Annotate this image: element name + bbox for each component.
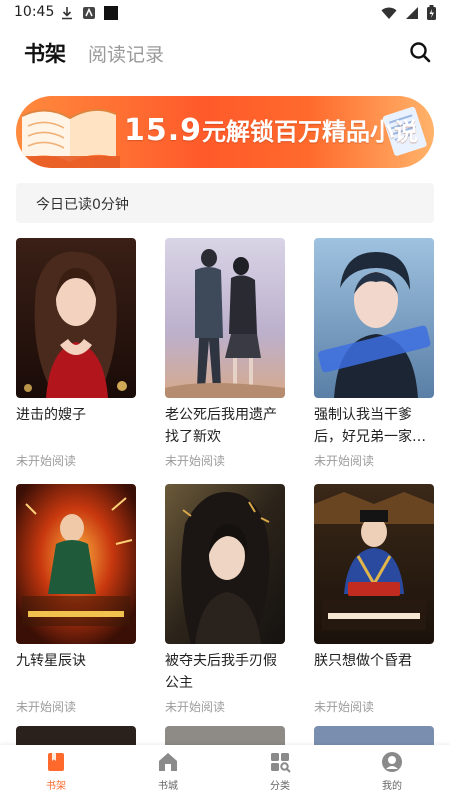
book-cover-art [165, 238, 285, 398]
reading-time-bar: 今日已读0分钟 [16, 183, 434, 223]
tab-bookshelf[interactable]: 书架 [24, 38, 66, 68]
tab-reading-history[interactable]: 阅读记录 [88, 40, 164, 67]
profile-icon [382, 752, 402, 772]
book-card[interactable]: 老公死后我用遗产找了新欢 未开始阅读 [165, 238, 285, 469]
book-title: 强制认我当干爹后，好兄弟一家… [314, 407, 426, 445]
book-cover[interactable] [165, 484, 285, 644]
category-icon [271, 753, 291, 773]
book-status: 未开始阅读 [16, 700, 77, 714]
nav-label: 我的 [382, 781, 402, 792]
book-status: 未开始阅读 [165, 454, 226, 468]
status-time: 10:45 [14, 4, 55, 20]
book-status: 未开始阅读 [314, 700, 375, 714]
book-cover[interactable] [16, 484, 136, 644]
book-title: 进击的嫂子 [16, 407, 86, 423]
book-cover-art [314, 238, 434, 398]
book-card[interactable]: 朕只想做个昏君 未开始阅读 [314, 484, 434, 715]
book-cover[interactable] [314, 484, 434, 644]
battery-icon [427, 5, 436, 20]
book-cover-art [314, 484, 434, 644]
status-bar: 10:45 [0, 0, 450, 26]
book-card[interactable]: 被夺夫后我手刃假公主 未开始阅读 [165, 484, 285, 715]
banner-price: 15.9 [124, 113, 203, 148]
nav-label: 书城 [158, 781, 178, 792]
banner-text: 元解锁百万精品小说 [202, 118, 419, 146]
square-notification-icon [104, 6, 118, 20]
nav-label: 分类 [270, 781, 290, 792]
header: 书架 阅读记录 [0, 34, 450, 74]
book-card[interactable]: 九转星辰诀 未开始阅读 [16, 484, 136, 715]
book-title: 老公死后我用遗产找了新欢 [165, 407, 277, 445]
book-cover-art [16, 238, 136, 398]
book-cover[interactable] [16, 238, 136, 398]
signal-icon [406, 6, 418, 19]
bottom-navigation: 书架 书城 分类 我的 [0, 745, 450, 800]
download-icon [62, 7, 72, 20]
book-status: 未开始阅读 [165, 700, 226, 714]
book-title: 被夺夫后我手刃假公主 [165, 653, 277, 691]
open-book-icon [16, 108, 120, 168]
bookshelf-icon [48, 753, 64, 771]
promo-banner[interactable]: 15.9元解锁百万精品小说 [16, 96, 434, 168]
wifi-icon [381, 7, 397, 19]
book-status: 未开始阅读 [314, 454, 375, 468]
book-cover[interactable] [165, 238, 285, 398]
book-card[interactable]: 强制认我当干爹后，好兄弟一家… 未开始阅读 [314, 238, 434, 469]
nav-category[interactable]: 分类 [250, 751, 310, 792]
book-cover[interactable] [314, 238, 434, 398]
banner-headline: 15.9元解锁百万精品小说 [124, 112, 418, 148]
book-cover-art [165, 484, 285, 644]
search-icon[interactable] [408, 40, 432, 64]
book-card[interactable]: 进击的嫂子 未开始阅读 [16, 238, 136, 469]
reading-time-text: 今日已读0分钟 [36, 197, 129, 213]
book-title: 朕只想做个昏君 [314, 653, 412, 669]
nav-bookstore[interactable]: 书城 [138, 751, 198, 792]
app-notification-icon [83, 7, 95, 19]
nav-bookshelf[interactable]: 书架 [26, 751, 86, 792]
nav-profile[interactable]: 我的 [362, 751, 422, 792]
book-cover-art [16, 484, 136, 644]
home-icon [159, 753, 177, 771]
book-title: 九转星辰诀 [16, 653, 86, 669]
nav-label: 书架 [46, 781, 66, 792]
book-status: 未开始阅读 [16, 454, 77, 468]
